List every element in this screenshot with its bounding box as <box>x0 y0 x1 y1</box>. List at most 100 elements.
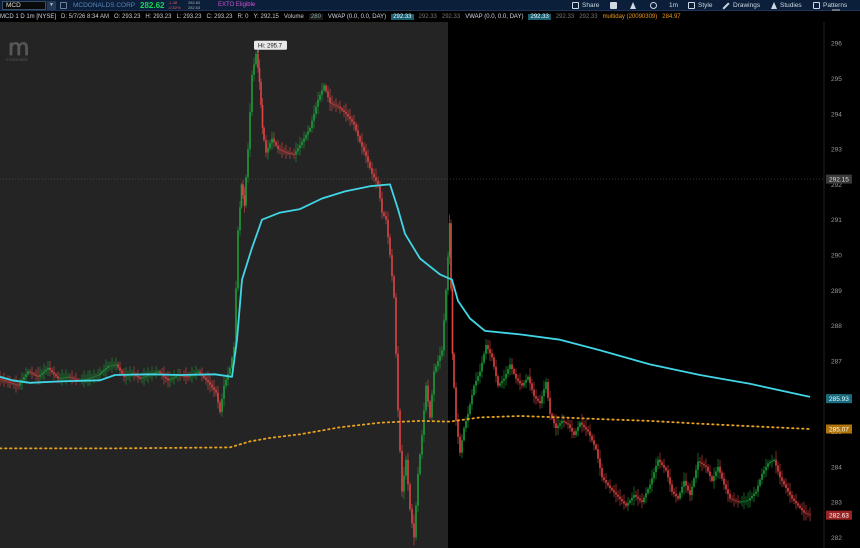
volume-label[interactable]: Volume <box>284 14 304 20</box>
candle-body <box>579 422 581 427</box>
candle-body <box>653 472 655 479</box>
candle-body <box>185 376 187 377</box>
candle-body <box>763 470 765 474</box>
candle-body <box>741 501 743 503</box>
candle-body <box>99 373 101 376</box>
candle-body <box>459 436 461 453</box>
y-tick-label: 295 <box>831 76 842 83</box>
candle-body <box>255 53 257 65</box>
candle-body <box>383 212 385 217</box>
candle-body <box>673 491 675 494</box>
candle-body <box>435 366 437 372</box>
candle-body <box>55 374 57 377</box>
candle-body <box>303 138 305 143</box>
candle-body <box>245 177 247 206</box>
candle-body <box>251 74 253 113</box>
vwap2-upper: 292.33 <box>555 13 575 20</box>
candle-body <box>777 465 779 472</box>
candle-body <box>9 382 11 383</box>
candle-body <box>240 184 243 208</box>
candle-body <box>621 499 623 502</box>
candle-body <box>51 370 53 373</box>
candle-body <box>33 373 35 375</box>
candle-body <box>489 349 491 354</box>
candle-body <box>381 198 383 213</box>
candle-body <box>253 64 255 75</box>
candle-body <box>577 426 579 431</box>
candle-body <box>539 400 541 404</box>
candle-body <box>75 378 77 380</box>
candle-body <box>229 367 231 374</box>
candle-body <box>85 378 87 380</box>
candle-body <box>721 472 723 479</box>
candle-body <box>419 454 421 474</box>
candle-body <box>757 485 759 492</box>
session-background <box>448 22 824 548</box>
candle-body <box>691 486 693 496</box>
candle-body <box>669 477 671 485</box>
candle-body <box>275 142 277 146</box>
price-chart[interactable]: 2822832842852862872882892902912922932942… <box>0 0 860 548</box>
candle-body <box>321 90 323 95</box>
candle-body <box>213 387 215 391</box>
candle-body <box>221 398 223 413</box>
candle-body <box>515 373 517 379</box>
logo-caption: mcdonalds <box>6 57 28 62</box>
candle-body <box>367 156 369 163</box>
candle-body <box>601 467 603 478</box>
candle-body <box>269 143 271 148</box>
candle-body <box>263 127 265 141</box>
candle-body <box>115 364 117 366</box>
candle-body <box>197 371 199 373</box>
candle-body <box>261 104 264 128</box>
candle-body <box>283 150 285 152</box>
candle-body <box>637 496 639 499</box>
candle-body <box>463 427 465 441</box>
candle-body <box>45 369 47 372</box>
candle-body <box>1 379 3 381</box>
candle-body <box>15 384 17 385</box>
candle-body <box>11 382 13 384</box>
candle-body <box>23 377 25 380</box>
candle-body <box>445 290 447 321</box>
candle-body <box>557 425 559 428</box>
y-tick-label: 287 <box>831 358 842 365</box>
candle-body <box>747 500 749 502</box>
candle-body <box>369 162 371 168</box>
candle-body <box>349 116 351 120</box>
candle-body <box>173 377 175 379</box>
candle-body <box>647 488 649 494</box>
candle-body <box>735 500 737 502</box>
chart-title[interactable]: MCD 1 D 1m [NYSE] <box>0 14 56 20</box>
candle-body <box>709 471 711 477</box>
candle-body <box>169 379 171 381</box>
candle-body <box>797 503 799 506</box>
candle-body <box>105 367 107 370</box>
candle-body <box>411 509 413 524</box>
candle-body <box>339 106 341 109</box>
candle-body <box>513 369 515 374</box>
candle-body <box>707 466 709 472</box>
candle-body <box>243 194 246 206</box>
candle-body <box>675 493 677 497</box>
info-range: R: 0 <box>237 13 249 20</box>
candle-body <box>453 353 455 388</box>
candle-body <box>415 505 417 538</box>
candle-body <box>659 459 661 463</box>
candle-body <box>27 371 29 375</box>
candle-body <box>155 372 157 373</box>
vwap2-label[interactable]: VWAP (0.0, 0.0, DAY) <box>465 14 523 20</box>
candle-body <box>685 480 687 486</box>
candle-body <box>242 184 244 195</box>
candle-body <box>13 383 15 385</box>
candle-body <box>271 138 273 144</box>
candle-body <box>537 398 539 401</box>
candle-body <box>729 493 731 499</box>
candle-body <box>119 367 121 371</box>
multiday-label[interactable]: multiday (20090309) <box>603 14 658 20</box>
y-tick-label: 296 <box>831 41 842 48</box>
candle-body <box>391 254 393 277</box>
candle-body <box>335 104 337 106</box>
vwap1-label[interactable]: VWAP (0.0, 0.0, DAY) <box>328 14 386 20</box>
price-axis-background <box>824 22 860 548</box>
